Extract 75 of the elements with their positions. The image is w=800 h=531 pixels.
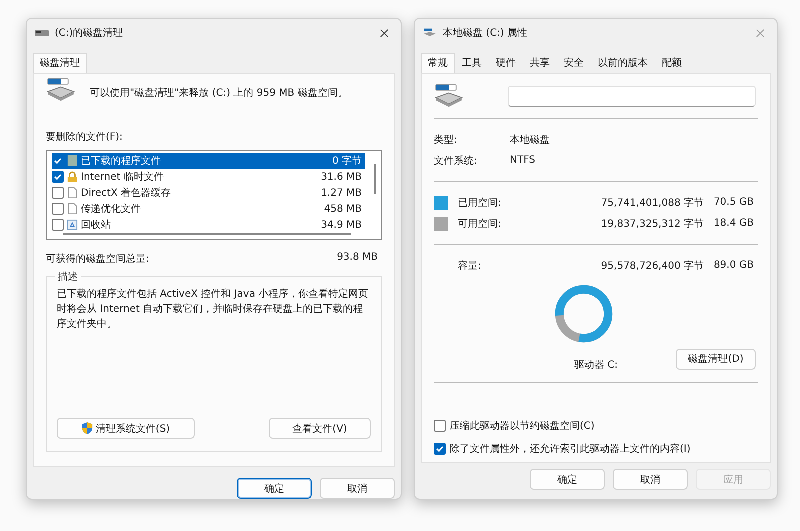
file-name: DirectX 着色器缓存 (81, 186, 172, 200)
space-size: 70.5 GB (712, 197, 755, 208)
window-title: 本地磁盘 (C:) 属性 (443, 26, 529, 40)
dialog-button[interactable]: 确定 (530, 469, 605, 490)
space-size: 18.4 GB (712, 218, 755, 229)
file-name: Internet 临时文件 (81, 170, 165, 184)
shield-icon (82, 422, 93, 435)
checkbox[interactable] (434, 420, 446, 432)
space-label: 已用空间: (458, 196, 502, 210)
space-bytes: 75,741,401,088 字节 (600, 196, 704, 210)
disk-usage-donut (554, 284, 614, 344)
drive-icon (35, 28, 49, 38)
file-row[interactable]: Internet 临时文件 31.6 MB (52, 169, 365, 185)
clean-system-files-button[interactable]: 清理系统文件(S) (57, 418, 195, 439)
tab[interactable]: 硬件 (489, 53, 523, 73)
dialog-button[interactable]: 取消 (613, 469, 688, 490)
property-value: 本地磁盘 (510, 134, 550, 146)
tab[interactable]: 常规 (421, 53, 455, 73)
checkbox-label: 除了文件属性外，还允许索引此驱动器上文件的内容(I) (450, 442, 691, 456)
scrollbar[interactable] (374, 164, 376, 194)
tab[interactable]: 安全 (557, 53, 591, 73)
files-label: 要删除的文件(F): (46, 130, 124, 144)
window-title: (C:)的磁盘清理 (55, 26, 124, 40)
property-label: 文件系统: (434, 154, 478, 168)
drive-icon (423, 28, 437, 38)
file-row[interactable]: DirectX 着色器缓存 1.27 MB (52, 185, 365, 201)
file-row[interactable]: 已下载的程序文件 0 字节 (52, 153, 365, 169)
checkbox[interactable] (52, 171, 64, 183)
description-text: 已下载的程序文件包括 ActiveX 控件和 Java 小程序，你查看特定网页时将会从 Internet 自动下载它们，并临时保存在硬盘上的已下载的程序文件夹中。 (57, 288, 370, 332)
capacity-size: 89.0 GB (712, 260, 755, 271)
drive-icon (434, 84, 464, 108)
file-size: 0 字节 (332, 154, 363, 168)
lock-icon (67, 171, 78, 183)
file-icon (67, 203, 78, 215)
recycle-bin-icon (67, 219, 78, 231)
space-label: 可用空间: (458, 218, 502, 230)
file-name: 已下载的程序文件 (81, 154, 162, 168)
tab[interactable]: 工具 (455, 53, 489, 73)
file-size: 1.27 MB (321, 188, 363, 198)
file-size: 34.9 MB (321, 220, 363, 230)
group-title: 描述 (55, 270, 81, 284)
tab[interactable]: 磁盘清理 (33, 53, 87, 73)
close-button[interactable] (380, 28, 389, 38)
file-name: 回收站 (81, 218, 112, 232)
checkbox[interactable] (52, 203, 64, 215)
dialog-button[interactable]: 取消 (320, 478, 395, 499)
scrollbar[interactable] (63, 233, 351, 235)
tab[interactable]: 配额 (655, 53, 689, 73)
checkbox[interactable] (434, 443, 446, 455)
checkbox-label: 压缩此驱动器以节约磁盘空间(C) (450, 420, 595, 433)
file-size: 458 MB (324, 204, 363, 214)
file-row[interactable]: 传递优化文件 458 MB (52, 201, 365, 217)
capacity-label: 容量: (458, 260, 482, 272)
info-message: 可以使用"磁盘清理"来释放 (C:) 上的 959 MB 磁盘空间。 (90, 86, 348, 101)
property-value: NTFS (510, 155, 536, 166)
tab[interactable]: 共享 (523, 53, 557, 73)
dialog-button[interactable]: 确定 (237, 478, 312, 499)
checkbox[interactable] (52, 219, 64, 231)
capacity-bytes: 95,578,726,400 字节 (600, 260, 704, 272)
file-row[interactable]: 回收站 34.9 MB (52, 217, 365, 233)
property-label: 类型: (434, 134, 458, 146)
disk-cleanup-button[interactable]: 磁盘清理(D) (676, 348, 756, 370)
file-name: 传递优化文件 (81, 202, 142, 216)
drive-icon (46, 78, 76, 102)
file-icon (67, 187, 78, 199)
document-icon (67, 155, 78, 167)
total-value: 93.8 MB (337, 252, 378, 265)
file-size: 31.6 MB (321, 172, 363, 182)
total-label: 可获得的磁盘空间总量: (46, 252, 150, 266)
view-files-button[interactable]: 查看文件(V) (269, 418, 371, 439)
drive-label: 驱动器 C: (574, 359, 618, 372)
space-bytes: 19,837,325,312 字节 (600, 218, 704, 230)
checkbox[interactable] (52, 187, 64, 199)
tab[interactable]: 以前的版本 (591, 53, 655, 73)
drive-name-field[interactable] (508, 86, 756, 106)
